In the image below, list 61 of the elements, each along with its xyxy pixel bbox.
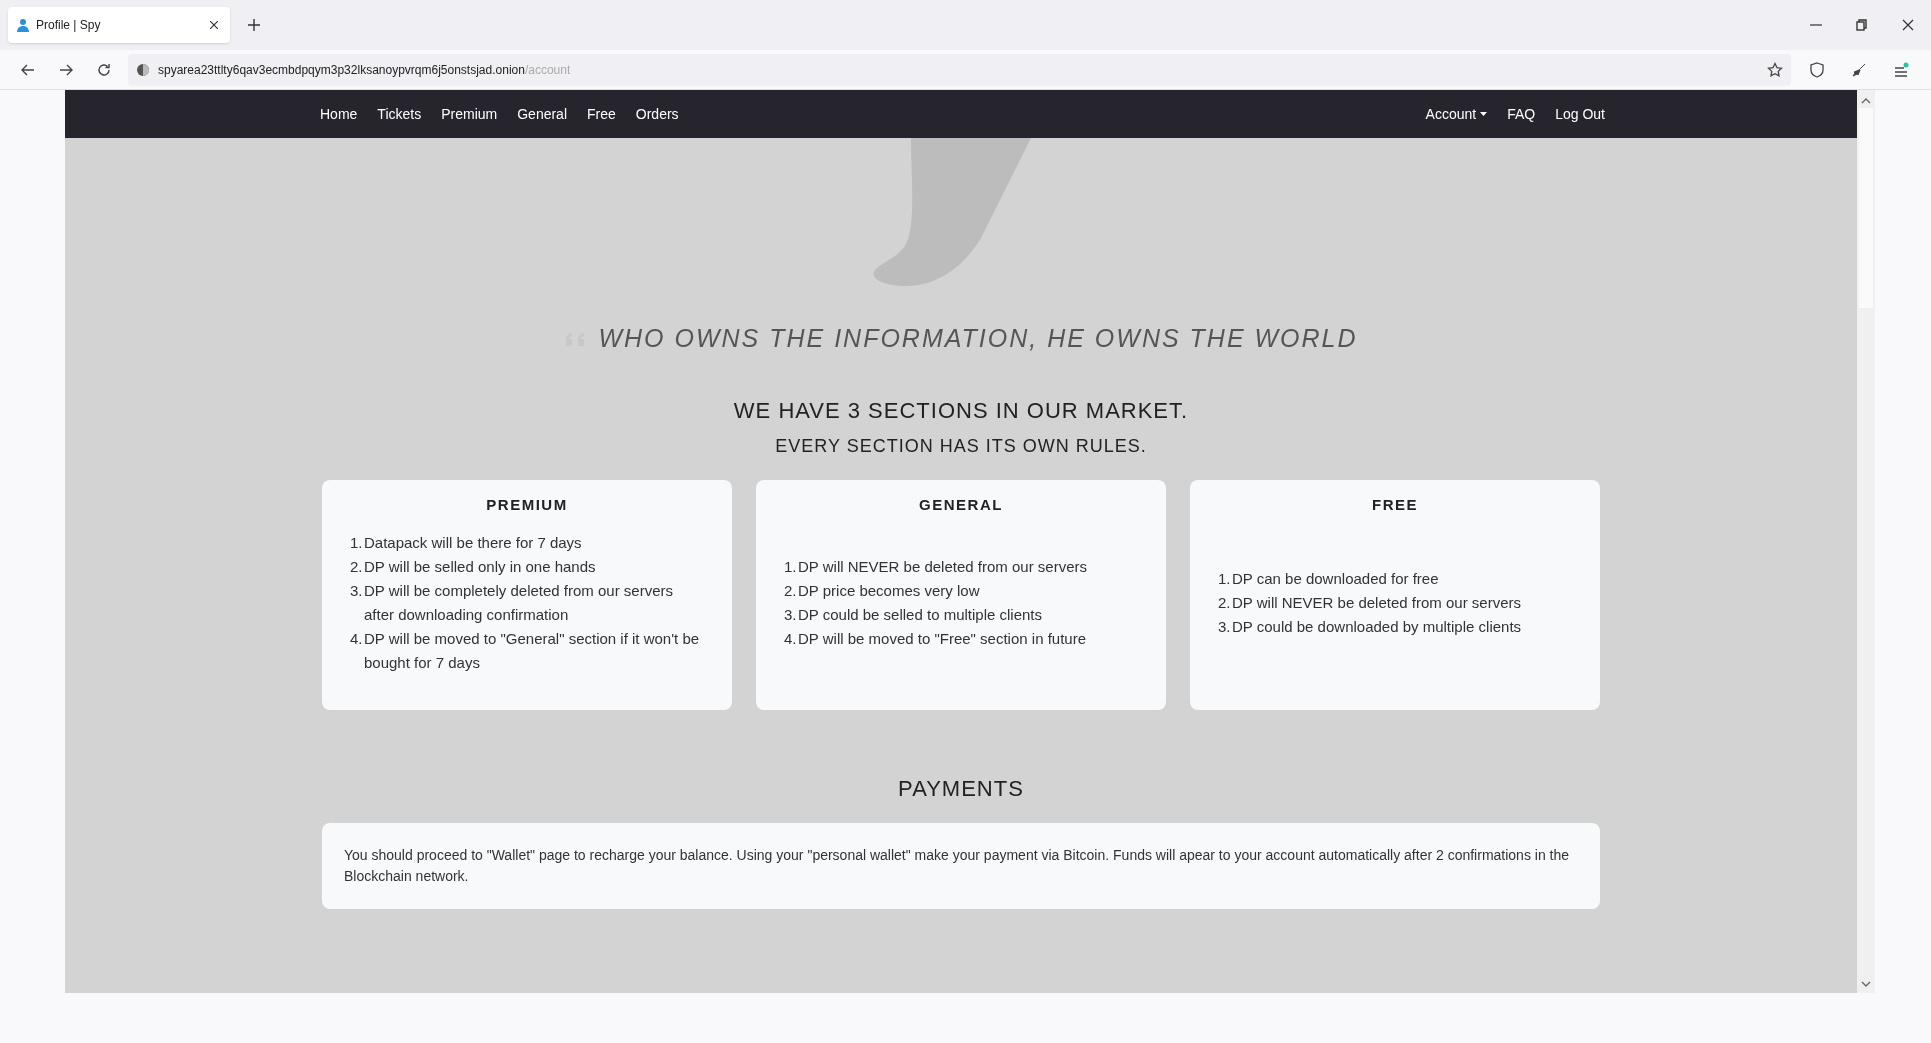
restore-icon: [1856, 19, 1868, 31]
person-icon: [16, 18, 30, 32]
broom-icon[interactable]: [1851, 61, 1867, 78]
forward-icon: [59, 63, 73, 76]
nav-link[interactable]: Premium: [441, 103, 498, 125]
close-icon: [210, 21, 218, 29]
scroll-down-icon[interactable]: [1861, 981, 1871, 989]
rule-text: DP will be moved to "Free" section in future: [798, 628, 1086, 649]
rule-number: 4.: [784, 628, 798, 649]
url-host: spyarea23ttlty6qav3ecmbdpqym3p32lksanoypvrqm6j5onstsjad.onion: [158, 62, 525, 77]
payments-text: You should proceed to "Wallet" page to recharge your balance. Using your "personal wallet" make your payment via Bitcoin. Funds will apear to your account automatically after 2 confirmations in the Blockchain network.: [344, 845, 1571, 886]
site-info-icon: [136, 62, 150, 77]
rule-number: 1.: [1218, 568, 1232, 589]
card-title: FREE: [1371, 494, 1419, 515]
rule-text: DP will NEVER be deleted from our servers: [1232, 592, 1521, 613]
rule-text: DP could be selled to multiple clients: [798, 604, 1043, 625]
nav-link[interactable]: Home: [320, 103, 358, 125]
account-dropdown[interactable]: Account: [1425, 103, 1488, 125]
nav-link[interactable]: General: [517, 103, 567, 125]
url-path: /account: [524, 62, 571, 77]
subheadline: EVERY SECTION HAS ITS OWN RULES.: [774, 434, 1148, 458]
address-bar[interactable]: spyarea23ttlty6qav3ecmbdpqym3p32lksanoypvrqm6j5onstsjad.onion/account: [128, 53, 1791, 86]
close-icon: [1902, 19, 1914, 31]
card-title: GENERAL: [918, 494, 1004, 515]
nav-link[interactable]: Tickets: [377, 103, 422, 125]
nav-link[interactable]: FAQ: [1507, 103, 1536, 125]
reload-icon: [97, 62, 111, 77]
section-heading: PAYMENTS: [897, 774, 1025, 803]
rule-number: 4.: [350, 628, 364, 649]
rule-text: DP price becomes very low: [798, 580, 980, 601]
minimize-icon: [1810, 24, 1822, 26]
rule-number: 1.: [784, 556, 798, 577]
shield-icon[interactable]: [1809, 61, 1825, 78]
nav-link[interactable]: Orders: [635, 103, 679, 125]
plus-icon: [247, 18, 261, 32]
caret-icon: [1480, 112, 1488, 116]
rule-number: 3.: [784, 604, 798, 625]
rule-number: 2.: [784, 580, 798, 601]
rule-number: 2.: [1218, 592, 1232, 613]
nav-link[interactable]: Log Out: [1555, 103, 1605, 125]
scroll-up-icon[interactable]: [1861, 96, 1871, 104]
rule-number: 3.: [1218, 616, 1232, 637]
headline: WE HAVE 3 SECTIONS IN OUR MARKET.: [732, 396, 1190, 425]
rule-number: 1.: [350, 532, 364, 553]
scrollbar[interactable]: [1857, 90, 1875, 993]
rule-text: DP will be completely deleted from our servers after downloading confirmation: [364, 580, 675, 625]
rule-number: 3.: [350, 580, 364, 601]
rule-text: DP could be downloaded by multiple clients: [1232, 616, 1522, 637]
browser-tab[interactable]: Profile | Spy: [8, 7, 230, 43]
rule-text: DP will be selled only in one hands: [364, 556, 596, 577]
quote: WHO OWNS THE INFORMATION, HE OWNS THE WORLD: [598, 323, 1358, 354]
card-title: PREMIUM: [485, 494, 569, 515]
rule-text: DP will be moved to "General" section if it won't be bought for 7 days: [364, 628, 701, 673]
back-icon: [21, 63, 35, 76]
menu-icon[interactable]: [1893, 61, 1909, 78]
star-icon[interactable]: [1767, 61, 1783, 78]
rule-text: DP will NEVER be deleted from our servers: [798, 556, 1087, 577]
rule-text: DP can be downloaded for free: [1232, 568, 1439, 589]
nav-link[interactable]: Free: [587, 103, 616, 125]
rule-text: Datapack will be there for 7 days: [364, 532, 582, 553]
rule-number: 2.: [350, 556, 364, 577]
